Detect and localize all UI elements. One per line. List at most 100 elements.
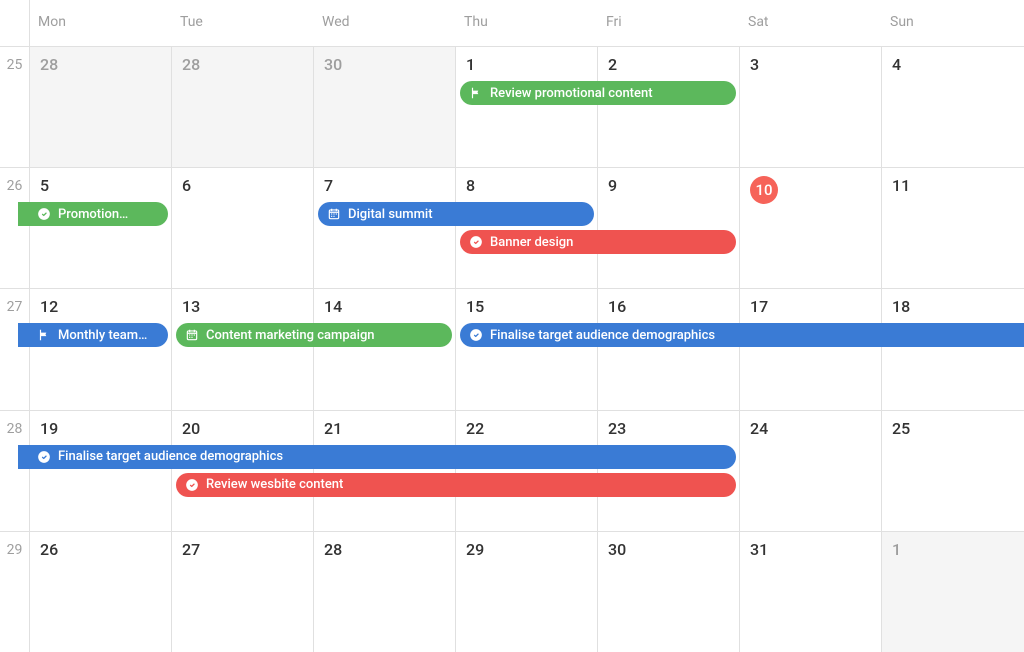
calendar-day-cell[interactable]: 22 xyxy=(456,411,598,531)
calendar-icon xyxy=(184,327,200,343)
calendar-day-cell[interactable]: 17 xyxy=(740,289,882,409)
day-number: 23 xyxy=(608,419,729,438)
event-label: Promotion… xyxy=(58,207,128,222)
event-label: Review wesbite content xyxy=(206,477,343,492)
calendar-week-row: 26 27 28 29 30 31 1 xyxy=(30,531,1024,652)
calendar: 2526272829 MonTueWedThuFriSatSun 2828301… xyxy=(0,0,1024,652)
event-label: Banner design xyxy=(490,235,573,250)
check-icon xyxy=(468,234,484,250)
day-number: 30 xyxy=(324,55,445,74)
day-number: 3 xyxy=(750,55,871,74)
day-header-row: MonTueWedThuFriSatSun xyxy=(30,0,1024,46)
week-number-cell: 27 xyxy=(0,288,29,409)
event-label: Digital summit xyxy=(348,207,433,222)
calendar-day-cell[interactable]: 27 xyxy=(172,532,314,652)
day-number: 6 xyxy=(182,176,303,195)
day-number: 24 xyxy=(750,419,871,438)
calendar-day-cell[interactable]: 12 xyxy=(30,289,172,409)
calendar-event[interactable]: Banner design xyxy=(460,230,736,254)
day-number: 28 xyxy=(182,55,303,74)
calendar-day-cell[interactable]: 9 xyxy=(598,168,740,288)
check-icon xyxy=(36,449,52,465)
day-number: 1 xyxy=(892,540,1014,559)
check-icon xyxy=(468,327,484,343)
calendar-day-cell[interactable]: 3 xyxy=(740,47,882,167)
day-number: 9 xyxy=(608,176,729,195)
calendar-day-cell[interactable]: 8 xyxy=(456,168,598,288)
calendar-day-cell[interactable]: 28 xyxy=(172,47,314,167)
calendar-event[interactable]: Digital summit xyxy=(318,202,594,226)
calendar-day-cell[interactable]: 23 xyxy=(598,411,740,531)
week-number-cell: 26 xyxy=(0,167,29,288)
day-header-cell: Sat xyxy=(740,0,882,46)
day-number: 21 xyxy=(324,419,445,438)
calendar-event[interactable]: Finalise target audience demographics xyxy=(460,323,1024,347)
calendar-day-cell[interactable]: 25 xyxy=(882,411,1024,531)
day-number: 8 xyxy=(466,176,587,195)
day-header-cell: Wed xyxy=(314,0,456,46)
day-number: 5 xyxy=(40,176,161,195)
calendar-event[interactable]: Review promotional content xyxy=(460,81,736,105)
day-number: 27 xyxy=(182,540,303,559)
calendar-day-cell[interactable]: 13 xyxy=(172,289,314,409)
calendar-week-row: 12131415161718Monthly team…Content marke… xyxy=(30,288,1024,409)
event-label: Review promotional content xyxy=(490,86,653,101)
calendar-week-row: 1920 21 22 23 24 25 Finalise target audience d… xyxy=(30,410,1024,531)
calendar-day-cell[interactable]: 29 xyxy=(456,532,598,652)
calendar-day-cell[interactable]: 10 xyxy=(740,168,882,288)
calendar-day-cell[interactable]: 6 xyxy=(172,168,314,288)
day-number: 22 xyxy=(466,419,587,438)
calendar-icon xyxy=(326,206,342,222)
day-number: 14 xyxy=(324,297,445,316)
calendar-event[interactable]: Review wesbite content xyxy=(176,473,736,497)
calendar-day-cell[interactable]: 11 xyxy=(882,168,1024,288)
calendar-event[interactable]: Content marketing campaign xyxy=(176,323,452,347)
calendar-day-cell[interactable]: 26 xyxy=(30,532,172,652)
event-label: Finalise target audience demographics xyxy=(490,328,715,343)
day-number: 1 xyxy=(466,55,587,74)
calendar-day-cell[interactable]: 5 xyxy=(30,168,172,288)
flag-icon xyxy=(468,85,484,101)
day-number: 16 xyxy=(608,297,729,316)
calendar-day-cell[interactable]: 1 xyxy=(882,532,1024,652)
calendar-day-cell[interactable]: 19 xyxy=(30,411,172,531)
check-icon xyxy=(36,206,52,222)
calendar-day-cell[interactable]: 28 xyxy=(314,532,456,652)
event-label: Finalise target audience demographics xyxy=(58,449,283,464)
day-number: 13 xyxy=(182,297,303,316)
calendar-day-cell[interactable]: 28 xyxy=(30,47,172,167)
calendar-event[interactable]: Monthly team… xyxy=(18,323,168,347)
week-number-cell: 29 xyxy=(0,531,29,652)
calendar-day-cell[interactable]: 14 xyxy=(314,289,456,409)
calendar-day-cell[interactable]: 2 xyxy=(598,47,740,167)
event-label: Content marketing campaign xyxy=(206,328,375,343)
calendar-day-cell[interactable]: 30 xyxy=(314,47,456,167)
day-number: 12 xyxy=(40,297,161,316)
calendar-event[interactable]: Promotion… xyxy=(18,202,168,226)
day-number: 28 xyxy=(40,55,161,74)
day-number: 28 xyxy=(324,540,445,559)
calendar-day-cell[interactable]: 1 xyxy=(456,47,598,167)
calendar-day-cell[interactable]: 16 xyxy=(598,289,740,409)
day-number: 17 xyxy=(750,297,871,316)
calendar-day-cell[interactable]: 30 xyxy=(598,532,740,652)
calendar-event[interactable]: Finalise target audience demographics xyxy=(18,445,736,469)
calendar-day-cell[interactable]: 21 xyxy=(314,411,456,531)
calendar-day-cell[interactable]: 4 xyxy=(882,47,1024,167)
calendar-day-cell[interactable]: 24 xyxy=(740,411,882,531)
day-number: 2 xyxy=(608,55,729,74)
calendar-day-cell[interactable]: 7 xyxy=(314,168,456,288)
day-number: 29 xyxy=(466,540,587,559)
day-number: 30 xyxy=(608,540,729,559)
day-header-cell: Tue xyxy=(172,0,314,46)
calendar-day-cell[interactable]: 15 xyxy=(456,289,598,409)
calendar-day-cell[interactable]: 20 xyxy=(172,411,314,531)
day-number: 31 xyxy=(750,540,871,559)
day-number: 15 xyxy=(466,297,587,316)
day-header-cell: Sun xyxy=(882,0,1024,46)
flag-icon xyxy=(36,327,52,343)
check-icon xyxy=(184,477,200,493)
calendar-day-cell[interactable]: 31 xyxy=(740,532,882,652)
calendar-day-cell[interactable]: 18 xyxy=(882,289,1024,409)
day-header-cell: Mon xyxy=(30,0,172,46)
